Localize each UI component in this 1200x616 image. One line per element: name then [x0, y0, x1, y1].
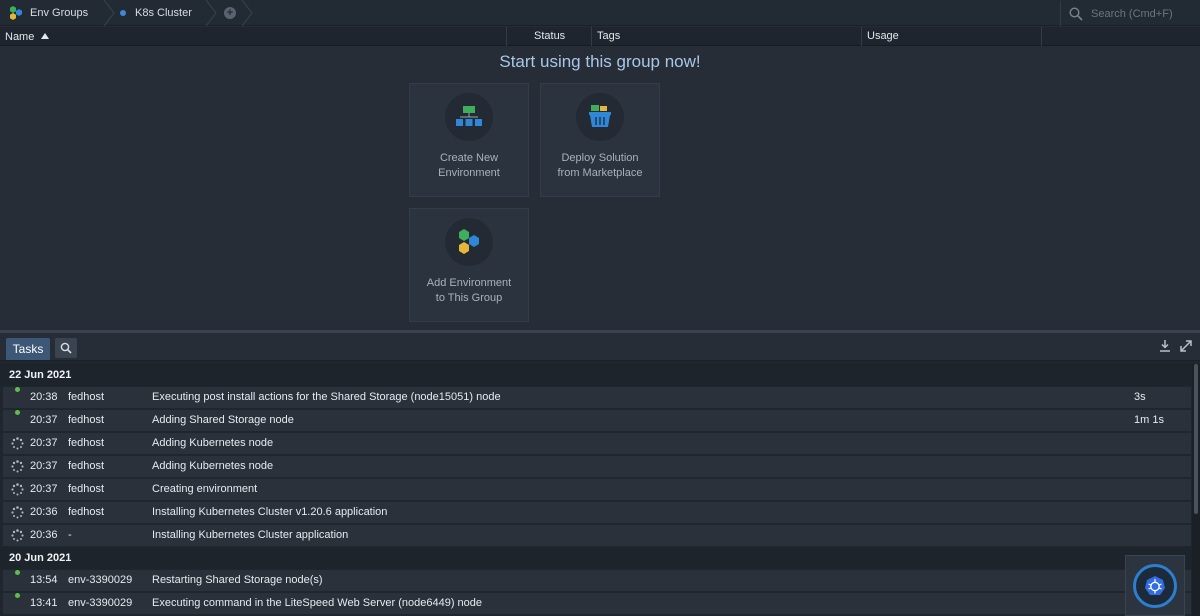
status-done-icon — [7, 410, 27, 431]
breadcrumb-separator-icon — [102, 0, 116, 26]
column-name-label: Name — [5, 31, 35, 43]
column-status[interactable]: Status — [507, 27, 592, 46]
task-row[interactable]: 20:36 fedhost Installing Kubernetes Clus… — [3, 502, 1191, 523]
task-description: Adding Kubernetes node — [152, 437, 274, 449]
scrollbar-thumb[interactable] — [1194, 364, 1198, 514]
tasks-scrollbar[interactable] — [1192, 364, 1200, 616]
add-group-button[interactable]: + — [224, 0, 236, 26]
task-description: Executing post install actions for the S… — [152, 391, 501, 403]
task-description: Executing command in the LiteSpeed Web S… — [152, 597, 483, 609]
search-icon — [1069, 6, 1083, 21]
task-description: Adding Kubernetes node — [152, 460, 274, 472]
task-user: fedhost — [68, 437, 105, 449]
tasks-panel: Tasks 22 Jun 2021 20:38 fedhost Executin… — [0, 330, 1200, 616]
task-time: 20:37 — [30, 414, 58, 426]
task-description: Adding Shared Storage node — [152, 414, 294, 426]
tasks-search-button[interactable] — [55, 338, 77, 358]
marketplace-basket-icon — [576, 93, 624, 141]
task-date-header: 20 Jun 2021 — [0, 547, 1192, 569]
expand-icon[interactable] — [1179, 339, 1193, 353]
sort-ascending-icon — [41, 27, 50, 46]
tasks-header: Tasks — [0, 333, 1200, 361]
create-environment-icon — [445, 93, 493, 141]
task-row[interactable]: 13:54 env-3390029 Restarting Shared Stor… — [3, 570, 1191, 591]
env-groups-icon — [8, 5, 24, 21]
task-time: 13:54 — [30, 574, 58, 586]
deploy-marketplace-label: Deploy Solution from Marketplace — [557, 152, 643, 179]
breadcrumb-separator-icon — [204, 0, 218, 26]
task-user: env-3390029 — [68, 574, 133, 586]
task-time: 20:37 — [30, 460, 58, 472]
main-area: Start using this group now! Create New En… — [0, 46, 1200, 330]
column-name[interactable]: Name — [0, 27, 507, 46]
task-row[interactable]: 20:38 fedhost Executing post install act… — [3, 387, 1191, 408]
spinner-icon — [7, 456, 27, 477]
task-row[interactable]: 20:37 fedhost Adding Kubernetes node — [3, 456, 1191, 477]
cluster-dot-icon — [120, 10, 126, 16]
column-header: Name Status Tags Usage — [0, 27, 1200, 46]
download-icon[interactable] — [1158, 339, 1172, 353]
status-done-icon — [7, 570, 27, 591]
task-duration: 1m 1s — [1134, 414, 1164, 426]
task-description: Creating environment — [152, 483, 258, 495]
deploy-marketplace-card[interactable]: Deploy Solution from Marketplace — [540, 83, 660, 197]
kubernetes-widget-button[interactable] — [1125, 555, 1185, 616]
task-description: Installing Kubernetes Cluster applicatio… — [152, 529, 349, 541]
breadcrumb-k8s-cluster[interactable]: K8s Cluster — [120, 0, 192, 26]
task-time: 20:36 — [30, 529, 58, 541]
search-input[interactable]: Search (Cmd+F) — [1060, 1, 1200, 26]
task-user: - — [68, 529, 72, 541]
search-icon — [60, 342, 72, 354]
task-user: fedhost — [68, 414, 105, 426]
spinner-icon — [7, 525, 27, 546]
spinner-icon — [7, 502, 27, 523]
breadcrumb-env-groups[interactable]: Env Groups — [8, 0, 88, 26]
task-row[interactable]: 20:37 fedhost Adding Shared Storage node… — [3, 410, 1191, 431]
task-row[interactable]: 20:36 - Installing Kubernetes Cluster ap… — [3, 525, 1191, 546]
task-time: 20:37 — [30, 437, 58, 449]
column-usage-label: Usage — [867, 30, 899, 42]
task-time: 20:38 — [30, 391, 58, 403]
page-title: Start using this group now! — [499, 52, 701, 71]
task-user: fedhost — [68, 506, 105, 518]
spinner-icon — [7, 433, 27, 454]
column-usage[interactable]: Usage — [862, 27, 1042, 46]
spinner-icon — [7, 479, 27, 500]
status-done-icon — [7, 593, 27, 614]
task-duration: 3s — [1134, 391, 1146, 403]
status-done-icon — [7, 387, 27, 408]
top-bar: Env Groups K8s Cluster + Search (Cmd+F) — [0, 0, 1200, 26]
task-date-header: 22 Jun 2021 — [0, 364, 1192, 386]
add-circle-icon: + — [224, 7, 236, 19]
task-time: 20:36 — [30, 506, 58, 518]
breadcrumb-separator-icon — [240, 0, 254, 26]
task-user: fedhost — [68, 483, 105, 495]
task-user: env-3390029 — [68, 597, 133, 609]
column-status-label: Status — [534, 30, 566, 42]
column-tags-label: Tags — [597, 30, 621, 42]
search-placeholder: Search (Cmd+F) — [1091, 7, 1173, 20]
task-row[interactable]: 20:37 fedhost Adding Kubernetes node — [3, 433, 1191, 454]
breadcrumb-k8s-cluster-label: K8s Cluster — [135, 7, 192, 19]
add-environment-card[interactable]: Add Environment to This Group — [409, 208, 529, 322]
task-time: 13:41 — [30, 597, 58, 609]
task-description: Installing Kubernetes Cluster v1.20.6 ap… — [152, 506, 388, 518]
task-row[interactable]: 20:37 fedhost Creating environment — [3, 479, 1191, 500]
create-environment-label: Create New Environment — [438, 152, 500, 179]
column-tags[interactable]: Tags — [592, 27, 862, 46]
breadcrumb-env-groups-label: Env Groups — [30, 7, 89, 19]
create-environment-card[interactable]: Create New Environment — [409, 83, 529, 197]
task-user: fedhost — [68, 391, 105, 403]
env-group-hexagons-icon — [445, 218, 493, 266]
kubernetes-helm-icon — [1133, 563, 1177, 608]
tab-tasks[interactable]: Tasks — [6, 338, 50, 360]
task-time: 20:37 — [30, 483, 58, 495]
task-description: Restarting Shared Storage node(s) — [152, 574, 323, 586]
task-row[interactable]: 13:41 env-3390029 Executing command in t… — [3, 593, 1191, 614]
task-user: fedhost — [68, 460, 105, 472]
add-environment-label: Add Environment to This Group — [426, 277, 512, 304]
